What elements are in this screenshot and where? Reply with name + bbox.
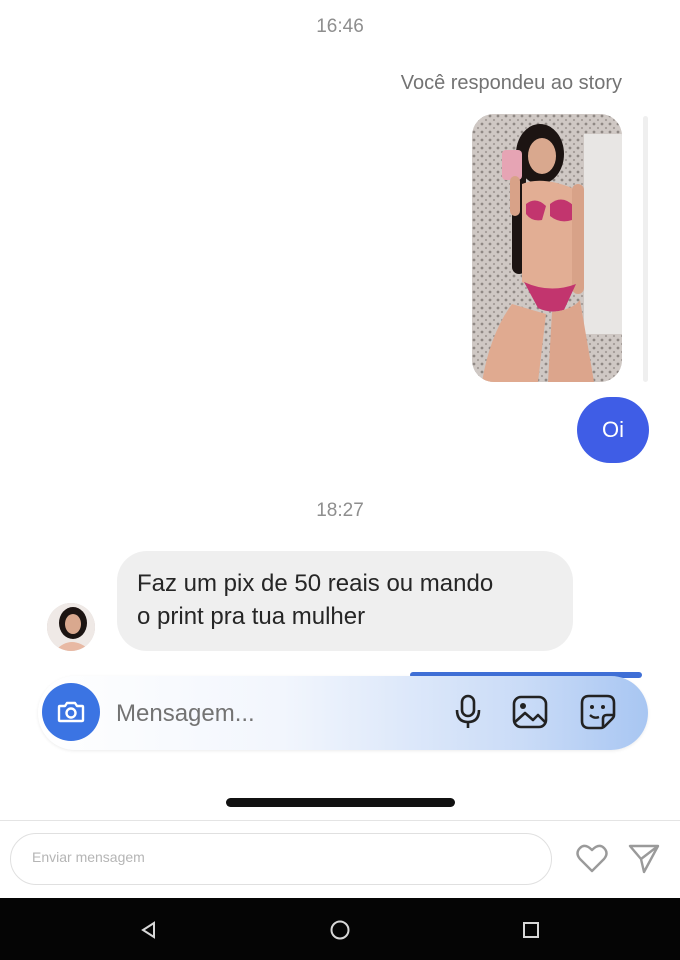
incoming-message-line: Faz um pix de 50 reais ou mando (137, 570, 494, 597)
recents-button[interactable] (516, 915, 546, 945)
send-icon (628, 844, 660, 874)
gallery-button[interactable] (510, 692, 550, 732)
share-button[interactable] (626, 840, 662, 876)
story-image (472, 114, 622, 382)
home-indicator (226, 798, 455, 807)
chat-area: 16:46 Você respondeu ao story Oi 18:27 F… (0, 0, 680, 820)
sticker-icon (580, 694, 616, 730)
incoming-message[interactable]: Faz um pix de 50 reais ou mando o print … (117, 551, 573, 651)
camera-button[interactable] (42, 683, 100, 741)
avatar[interactable] (47, 603, 95, 651)
back-button[interactable] (134, 915, 164, 945)
like-button[interactable] (574, 840, 610, 876)
back-icon (141, 921, 155, 939)
recents-icon (523, 922, 539, 938)
timestamp: 18:27 (316, 500, 364, 521)
outgoing-message[interactable]: Oi (577, 397, 649, 463)
camera-icon (57, 701, 85, 723)
story-preview[interactable] (472, 114, 622, 382)
home-icon (330, 920, 350, 940)
microphone-button[interactable] (448, 692, 488, 732)
home-button[interactable] (325, 915, 355, 945)
gallery-icon (512, 695, 548, 729)
story-scroll-bar (643, 116, 648, 382)
sticker-button[interactable] (578, 692, 618, 732)
incoming-message-line: o print pra tua mulher (137, 603, 366, 630)
microphone-icon (455, 694, 481, 728)
story-reply-note: Você respondeu ao story (400, 72, 622, 94)
message-input[interactable]: Mensagem... (116, 700, 255, 728)
avatar-image (47, 603, 95, 651)
heart-icon (576, 844, 608, 873)
timestamp: 16:46 (316, 16, 364, 37)
send-message-placeholder: Enviar mensagem (32, 849, 145, 865)
